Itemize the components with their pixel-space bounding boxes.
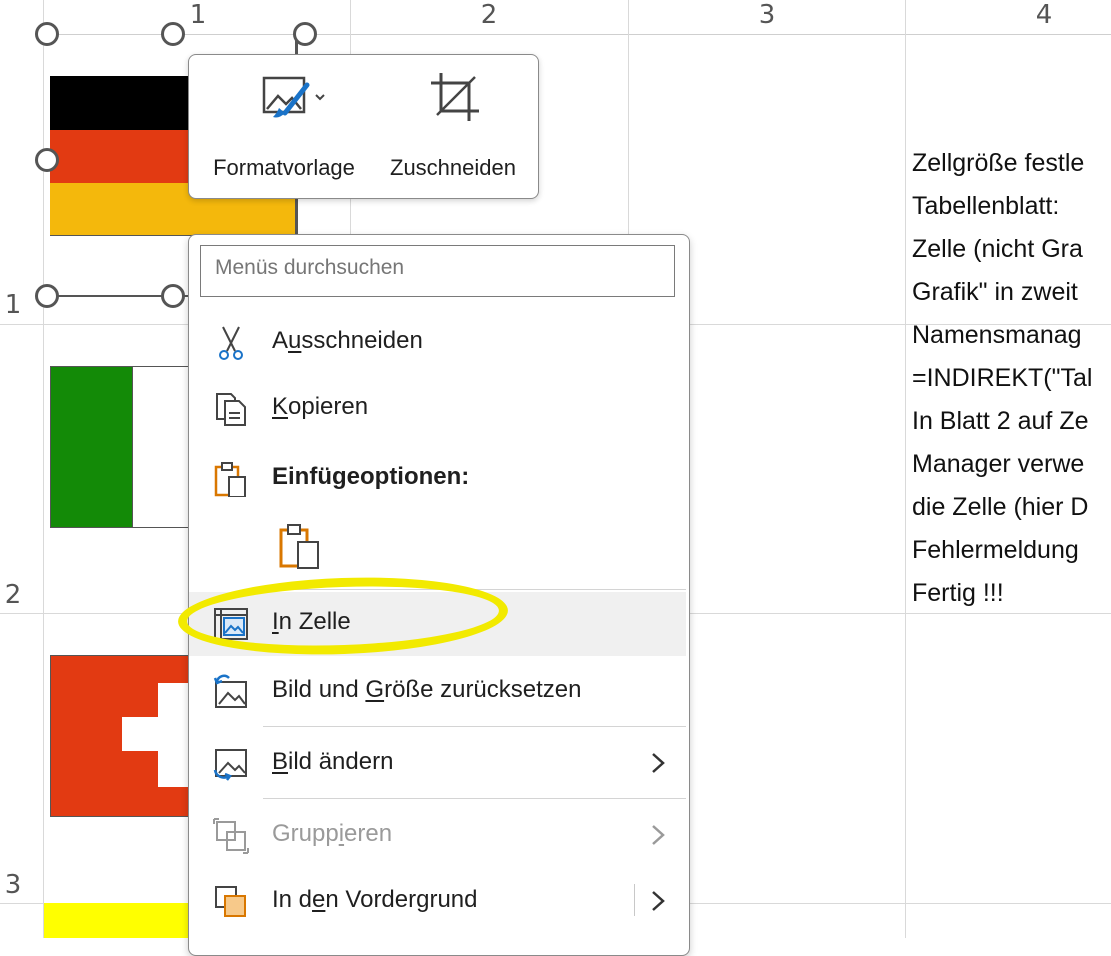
- format-style-icon: [262, 76, 325, 118]
- resize-handle[interactable]: [161, 284, 185, 308]
- menu-separator: [263, 726, 686, 727]
- crop-button[interactable]: Zuschneiden: [377, 67, 529, 187]
- resize-handle[interactable]: [35, 22, 59, 46]
- menu-item-reset-picture[interactable]: Bild und Größe zurücksetzen: [189, 660, 686, 724]
- crop-label: Zuschneiden: [390, 155, 516, 180]
- paste-icon: [214, 462, 246, 497]
- menu-item-bring-forward[interactable]: In den Vordergrund: [189, 870, 686, 934]
- cell-text-line: Zelle (nicht Gra: [912, 235, 1083, 263]
- change-picture-icon: [213, 749, 247, 781]
- menu-item-reset-picture-label: Bild und Größe zurücksetzen: [272, 676, 582, 703]
- row-header-1[interactable]: 1: [0, 290, 26, 320]
- menu-item-cut[interactable]: Ausschneiden: [189, 311, 686, 375]
- chevron-right-icon: [652, 825, 665, 845]
- yellow-picture[interactable]: [44, 903, 189, 938]
- menu-item-cut-label: Ausschneiden: [272, 327, 423, 354]
- menu-search-input[interactable]: Menüs durchsuchen: [200, 245, 675, 297]
- menu-item-change-picture[interactable]: Bild ändern: [189, 732, 686, 796]
- resize-handle[interactable]: [293, 22, 317, 46]
- format-style-label: Formatvorlage: [213, 155, 355, 180]
- resize-handle[interactable]: [35, 148, 59, 172]
- reset-picture-icon: [213, 674, 247, 708]
- cell-text-line: Grafik" in zweit: [912, 278, 1078, 306]
- row-header-3[interactable]: 3: [0, 870, 26, 900]
- cell-text-line: Tabellenblatt:: [912, 192, 1060, 220]
- menu-separator: [263, 798, 686, 799]
- group-icon: [213, 818, 249, 854]
- scissors-icon: [219, 326, 243, 360]
- menu-item-change-picture-label: Bild ändern: [272, 748, 394, 775]
- cell-text-line: In Blatt 2 auf Ze: [912, 407, 1089, 435]
- row-header-2[interactable]: 2: [0, 580, 26, 610]
- menu-item-copy-label: Kopieren: [272, 393, 369, 420]
- grid-line: [905, 0, 906, 938]
- cell-text-line: Namensmanag: [912, 321, 1082, 349]
- menu-search-placeholder: Menüs durchsuchen: [215, 256, 405, 279]
- column-header-4[interactable]: 4: [1022, 0, 1066, 34]
- menu-item-copy[interactable]: Kopieren: [189, 377, 686, 441]
- cell-text-line: =INDIREKT("Tal: [912, 364, 1093, 392]
- mini-toolbar: Formatvorlage Zuschneiden: [188, 54, 539, 199]
- column-header-2[interactable]: 2: [467, 0, 511, 34]
- paste-options-header: Einfügeoptionen:: [189, 447, 686, 511]
- paste-options-label: Einfügeoptionen:: [272, 463, 470, 490]
- bring-forward-icon: [215, 886, 246, 917]
- paste-picture-icon[interactable]: [278, 522, 322, 570]
- resize-handle[interactable]: [161, 22, 185, 46]
- italian-flag-white-stripe[interactable]: [132, 366, 194, 528]
- cell-text-line: Fertig !!!: [912, 579, 1004, 607]
- cell-text-line: Zellgröße festle: [912, 149, 1085, 177]
- menu-item-group-label: Gruppieren: [272, 820, 393, 847]
- cell-text-line: die Zelle (hier D: [912, 493, 1089, 521]
- italian-flag-green-stripe[interactable]: [50, 366, 133, 528]
- chevron-right-icon[interactable]: [648, 884, 668, 918]
- cell-text-line: Fehlermeldung: [912, 536, 1079, 564]
- row-header-bar: [0, 34, 44, 938]
- crop-icon: [431, 73, 479, 121]
- column-header-3[interactable]: 3: [745, 0, 789, 34]
- resize-handle[interactable]: [35, 284, 59, 308]
- menu-item-bring-forward-label: In den Vordergrund: [272, 886, 478, 913]
- copy-icon: [216, 393, 246, 426]
- split-divider: [634, 884, 635, 916]
- cell-text-line: Manager verwe: [912, 450, 1085, 478]
- menu-item-group[interactable]: Gruppieren: [189, 804, 686, 868]
- grid-line: [43, 0, 44, 938]
- chevron-right-icon: [652, 753, 665, 773]
- format-style-button[interactable]: Formatvorlage: [197, 67, 371, 187]
